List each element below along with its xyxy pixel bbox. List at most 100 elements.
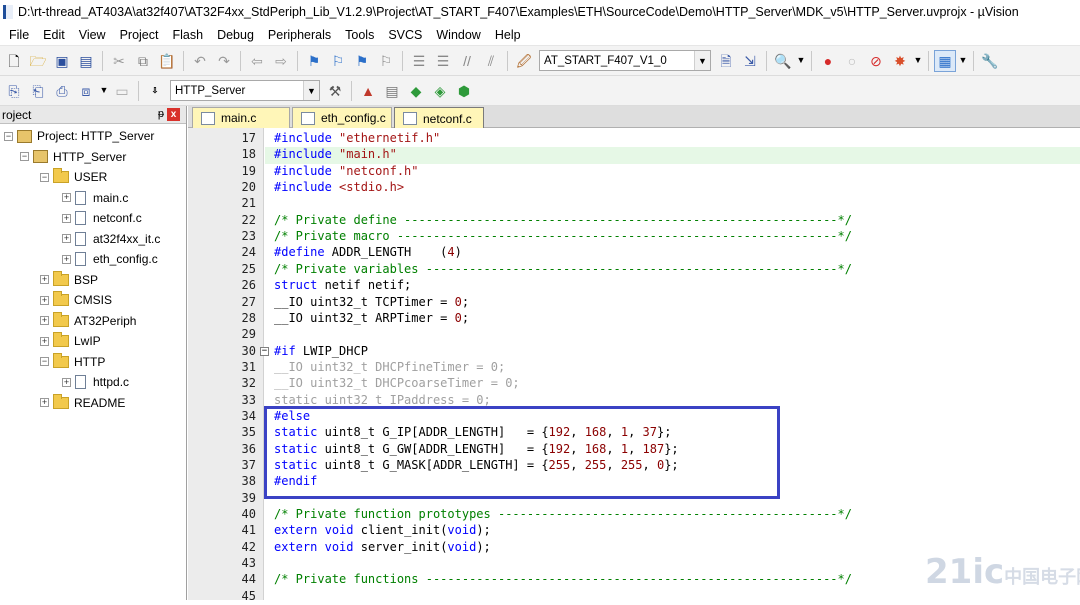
prev-bookmark-icon[interactable]: ⚐ <box>327 50 349 72</box>
stop-build-icon[interactable]: ▭ <box>111 80 133 102</box>
tree-item-lwip[interactable]: + LwIP <box>0 331 186 352</box>
collapse-icon[interactable]: − <box>40 357 49 367</box>
code-line[interactable]: 28 __IO uint32_t ARPTimer = 0; <box>188 311 1080 327</box>
fold-toggle-icon[interactable]: − <box>260 346 269 356</box>
select-software-packs-icon[interactable]: ⬢ <box>453 80 475 102</box>
code-line[interactable]: 22 /* Private define --------------------… <box>188 213 1080 229</box>
code-line[interactable]: 27 __IO uint32_t TCPTimer = 0; <box>188 295 1080 311</box>
code-line[interactable]: 32 __IO uint32_t DHCPcoarseTimer = 0; <box>188 376 1080 392</box>
menu-tools[interactable]: Tools <box>338 24 381 46</box>
breakpoint-icon[interactable]: ● <box>817 50 839 72</box>
tree-item-at32periph[interactable]: + AT32Periph <box>0 311 186 332</box>
new-file-icon[interactable]: 🗋 <box>3 50 25 72</box>
tree-item-readme[interactable]: + README <box>0 393 186 414</box>
copy-icon[interactable]: ⧉ <box>132 50 154 72</box>
tree-item-http-server[interactable]: − HTTP_Server <box>0 147 186 168</box>
chevron-down-icon[interactable]: ▼ <box>694 51 710 70</box>
configure-wrench-icon[interactable]: 🔧 <box>979 50 1001 72</box>
redo-icon[interactable]: ↷ <box>213 50 235 72</box>
save-icon[interactable]: ▣ <box>51 50 73 72</box>
menu-flash[interactable]: Flash <box>165 24 210 46</box>
code-line[interactable]: 26 struct netif netif; <box>188 278 1080 294</box>
expand-icon[interactable]: + <box>40 336 49 346</box>
tree-item-bsp[interactable]: + BSP <box>0 270 186 291</box>
unindent-icon[interactable]: ☰ <box>432 50 454 72</box>
collapse-icon[interactable]: − <box>4 131 13 141</box>
expand-icon[interactable]: + <box>62 377 71 387</box>
project-target-select[interactable]: HTTP_Server ▼ <box>170 80 320 101</box>
run-time-env-icon[interactable]: ◈ <box>429 80 451 102</box>
window-layout-icon[interactable]: ▦ <box>934 49 956 72</box>
menu-peripherals[interactable]: Peripherals <box>261 24 338 46</box>
code-editor[interactable]: 17 #include "ethernetif.h" 18 #include "mai… <box>188 128 1080 603</box>
menu-file[interactable]: File <box>2 24 36 46</box>
open-folder-icon[interactable]: 🗁 <box>27 50 49 72</box>
expand-icon[interactable]: + <box>62 213 71 223</box>
tree-item-at32f4xx-it-c[interactable]: + at32f4xx_it.c <box>0 229 186 250</box>
code-line[interactable]: 41 extern void client_init(void); <box>188 523 1080 539</box>
code-line[interactable]: 21 <box>188 196 1080 212</box>
paste-icon[interactable]: 📋 <box>156 50 178 72</box>
tree-item-user[interactable]: − USER <box>0 167 186 188</box>
code-line[interactable]: 24 #define ADDR_LENGTH (4) <box>188 245 1080 261</box>
tab-main-c[interactable]: main.c <box>192 107 290 128</box>
rebuild-icon[interactable]: ⎙ <box>51 80 73 102</box>
expand-icon[interactable]: + <box>62 234 71 244</box>
code-line[interactable]: 19 #include "netconf.h" <box>188 164 1080 180</box>
batch-build-icon[interactable]: ⧈ <box>75 80 97 102</box>
menu-svcs[interactable]: SVCS <box>381 24 429 46</box>
code-line[interactable]: 30− #if LWIP_DHCP <box>188 344 1080 360</box>
tree-item-httpd-c[interactable]: + httpd.c <box>0 372 186 393</box>
chevron-down-icon[interactable]: ▼ <box>303 81 319 100</box>
chevron-down-icon[interactable]: ▼ <box>796 50 806 72</box>
tree-item-http[interactable]: − HTTP <box>0 352 186 373</box>
next-bookmark-icon[interactable]: ⚑ <box>351 50 373 72</box>
expand-icon[interactable]: + <box>62 193 71 203</box>
target-select[interactable]: AT_START_F407_V1_0 ▼ <box>539 50 711 71</box>
menu-debug[interactable]: Debug <box>210 24 261 46</box>
code-line[interactable]: 18 #include "main.h" <box>188 147 1080 164</box>
expand-icon[interactable]: + <box>40 275 49 285</box>
code-line[interactable]: 17 #include "ethernetif.h" <box>188 131 1080 147</box>
tree-item-project-http-server[interactable]: − Project: HTTP_Server <box>0 126 186 147</box>
menu-window[interactable]: Window <box>429 24 487 46</box>
pack-installer-icon[interactable]: ◆ <box>405 80 427 102</box>
chevron-down-icon[interactable]: ▼ <box>913 50 923 72</box>
target-options-icon[interactable]: ⚒ <box>324 80 346 102</box>
uncomment-icon[interactable]: ⫽ <box>480 50 502 72</box>
tree-item-netconf-c[interactable]: + netconf.c <box>0 208 186 229</box>
cut-icon[interactable]: ✂ <box>108 50 130 72</box>
tab-eth-config-c[interactable]: eth_config.c <box>292 107 392 128</box>
menu-edit[interactable]: Edit <box>36 24 72 46</box>
save-all-icon[interactable]: ▤ <box>75 50 97 72</box>
tab-netconf-c[interactable]: netconf.c <box>394 107 484 129</box>
download-load-icon[interactable]: ⇩ <box>144 80 166 102</box>
expand-icon[interactable]: + <box>62 254 71 264</box>
tree-item-main-c[interactable]: + main.c <box>0 188 186 209</box>
pin-icon[interactable]: ᵽ <box>158 108 164 120</box>
disable-all-breakpoints-icon[interactable]: ✸ <box>889 50 911 72</box>
code-line[interactable]: 40 /* Private function prototypes -------… <box>188 507 1080 523</box>
nav-back-icon[interactable]: ⇦ <box>246 50 268 72</box>
file-extensions-icon[interactable]: ▲ <box>357 80 379 102</box>
chevron-down-icon[interactable]: ▼ <box>99 80 109 102</box>
indent-icon[interactable]: ☰ <box>408 50 430 72</box>
find-in-files-icon[interactable]: 🗎 <box>715 50 737 72</box>
code-line[interactable]: 25 /* Private variables -----------------… <box>188 262 1080 278</box>
chevron-down-icon[interactable]: ▼ <box>958 50 968 72</box>
tree-item-cmsis[interactable]: + CMSIS <box>0 290 186 311</box>
disable-breakpoint-icon[interactable]: ○ <box>841 50 863 72</box>
code-line[interactable]: 29 <box>188 327 1080 343</box>
collapse-icon[interactable]: − <box>40 172 49 182</box>
tree-item-eth-config-c[interactable]: + eth_config.c <box>0 249 186 270</box>
collapse-icon[interactable]: − <box>20 152 29 162</box>
manage-components-icon[interactable]: ▤ <box>381 80 403 102</box>
code-line[interactable]: 20 #include <stdio.h> <box>188 180 1080 196</box>
clear-bookmarks-icon[interactable]: ⚐ <box>375 50 397 72</box>
expand-icon[interactable]: + <box>40 316 49 326</box>
menu-view[interactable]: View <box>72 24 113 46</box>
nav-forward-icon[interactable]: ⇨ <box>270 50 292 72</box>
build-icon[interactable]: ⎗ <box>27 80 49 102</box>
incremental-find-icon[interactable]: ⇲ <box>739 50 761 72</box>
code-line[interactable]: 23 /* Private macro ---------------------… <box>188 229 1080 245</box>
